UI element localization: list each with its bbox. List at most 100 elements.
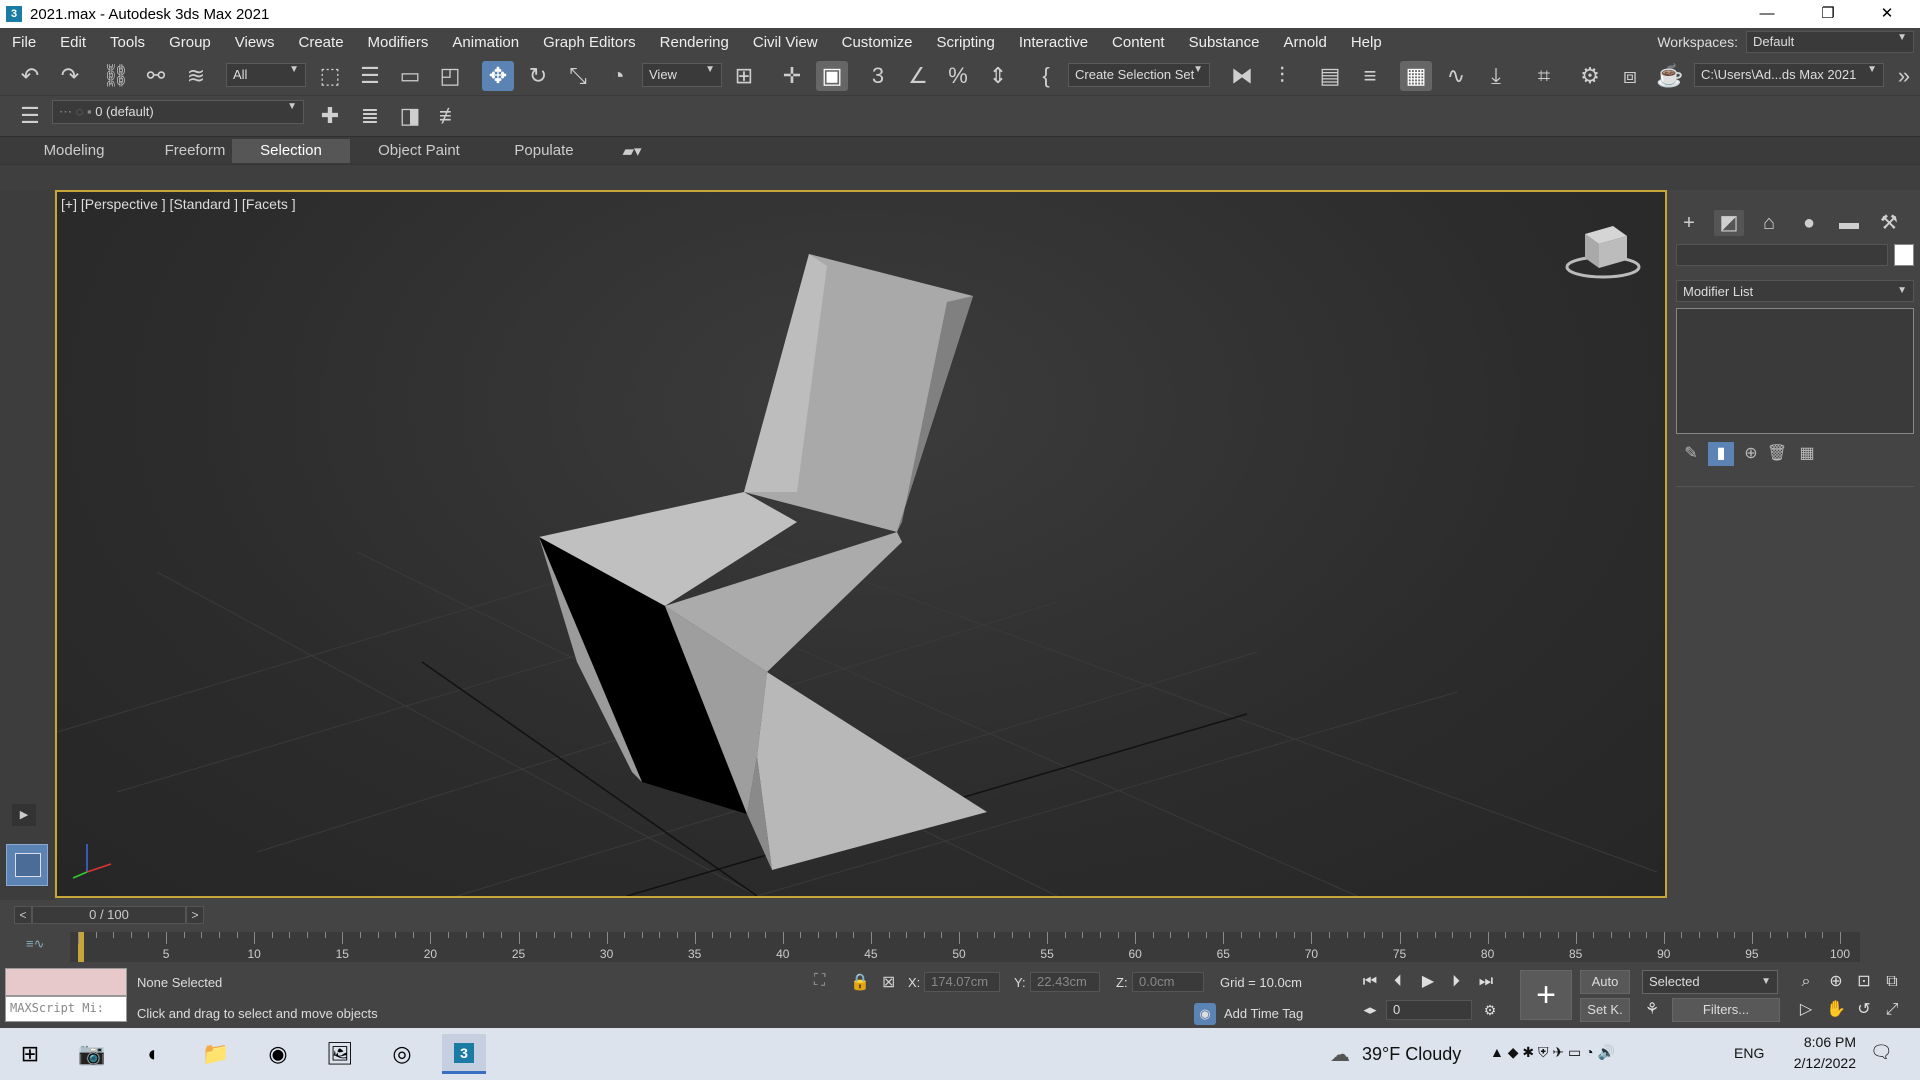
- set-key-button[interactable]: Set K.: [1580, 998, 1630, 1022]
- tab-populate[interactable]: Populate: [488, 139, 600, 163]
- camera-app-icon[interactable]: 📷: [70, 1034, 114, 1074]
- redo-icon[interactable]: ↷: [54, 61, 86, 91]
- menu-graph-editors[interactable]: Graph Editors: [531, 34, 648, 51]
- weather-cloud-icon[interactable]: ☁: [1330, 1042, 1350, 1067]
- toggle-ribbon-icon[interactable]: ▦: [1400, 61, 1432, 91]
- play-icon[interactable]: ▶: [1416, 970, 1440, 994]
- viewport-layout-icon[interactable]: [6, 844, 48, 886]
- zoom-icon[interactable]: ⌕: [1794, 970, 1818, 994]
- close-button[interactable]: ✕: [1864, 0, 1910, 28]
- object-name-field[interactable]: [1676, 244, 1888, 266]
- menu-edit[interactable]: Edit: [48, 34, 98, 51]
- layer-explorer-icon[interactable]: ≡: [1354, 61, 1386, 91]
- undo-icon[interactable]: ↶: [14, 61, 46, 91]
- key-filters-icon[interactable]: ⚘: [1640, 998, 1664, 1022]
- layers-icon[interactable]: ☰: [14, 101, 46, 131]
- rendered-frame-window-icon[interactable]: ⧈: [1614, 61, 1646, 91]
- play-arrow-icon[interactable]: ▶: [12, 804, 36, 826]
- windows-start-icon[interactable]: ⊞: [8, 1034, 52, 1074]
- select-and-rotate-icon[interactable]: ↻: [522, 61, 554, 91]
- zoom-extents-icon[interactable]: ⊡: [1852, 970, 1876, 994]
- menu-views[interactable]: Views: [223, 34, 287, 51]
- y-coordinate-field[interactable]: 22.43cm: [1030, 972, 1100, 992]
- project-folder-dropdown[interactable]: C:\Users\Ad...ds Max 2021 ▼: [1694, 63, 1884, 87]
- selection-lock-icon[interactable]: 🔒: [850, 972, 870, 992]
- select-in-layer-icon[interactable]: ◨: [394, 101, 426, 131]
- configure-modifier-sets-icon[interactable]: ▦: [1794, 442, 1820, 466]
- orbit-icon[interactable]: ↺: [1852, 998, 1876, 1022]
- create-tab-icon[interactable]: +: [1674, 210, 1704, 236]
- select-by-name-icon[interactable]: ☰: [354, 61, 386, 91]
- language-indicator[interactable]: ENG: [1734, 1045, 1764, 1061]
- weather-text[interactable]: 39°F Cloudy: [1362, 1044, 1461, 1065]
- unlink-icon[interactable]: ⚯: [140, 61, 172, 91]
- absolute-mode-icon[interactable]: ⊠: [882, 972, 895, 992]
- next-frame-button[interactable]: >: [186, 906, 204, 924]
- menu-create[interactable]: Create: [287, 34, 356, 51]
- schematic-view-icon[interactable]: ⌗: [1528, 61, 1560, 91]
- tab-object-paint[interactable]: Object Paint: [360, 139, 478, 163]
- menu-file[interactable]: File: [0, 34, 48, 51]
- 3ds-max-taskbar-icon[interactable]: 3: [442, 1034, 486, 1074]
- layer-dropdown[interactable]: ⋯ ◌ ▪ 0 (default) ▼: [52, 100, 304, 124]
- menu-tools[interactable]: Tools: [98, 34, 157, 51]
- scene-explorer-icon[interactable]: ▤: [1314, 61, 1346, 91]
- toolbar-overflow-icon[interactable]: »: [1888, 61, 1920, 91]
- rectangular-selection-icon[interactable]: ▭: [394, 61, 426, 91]
- chair-model[interactable]: [539, 254, 987, 870]
- remove-modifier-icon[interactable]: 🗑: [1764, 442, 1790, 466]
- menu-animation[interactable]: Animation: [440, 34, 531, 51]
- motion-tab-icon[interactable]: ●: [1794, 210, 1824, 236]
- key-mode-dropdown[interactable]: Selected ▼: [1642, 970, 1778, 994]
- time-slider-range-icon[interactable]: ◂▸: [1358, 998, 1382, 1022]
- x-coordinate-field[interactable]: 174.07cm: [924, 972, 1000, 992]
- field-of-view-icon[interactable]: ▷: [1794, 998, 1818, 1022]
- auto-key-button[interactable]: Auto: [1580, 970, 1630, 994]
- dope-sheet-icon[interactable]: ⤓: [1480, 61, 1512, 91]
- show-end-result-icon[interactable]: ▮: [1708, 442, 1734, 466]
- select-and-move-icon[interactable]: ✥: [482, 61, 514, 91]
- minimize-button[interactable]: —: [1744, 0, 1790, 28]
- selection-filter-dropdown[interactable]: All ▼: [226, 63, 306, 87]
- menu-modifiers[interactable]: Modifiers: [356, 34, 441, 51]
- chrome-browser-icon[interactable]: ◉: [256, 1034, 300, 1074]
- mini-curve-editor-icon[interactable]: ≡∿: [26, 936, 44, 952]
- clock-time[interactable]: 8:06 PM: [1786, 1034, 1856, 1050]
- make-unique-icon[interactable]: ⊕: [1738, 442, 1764, 466]
- create-new-layer-icon[interactable]: ✚: [314, 101, 346, 131]
- clock-date[interactable]: 2/12/2022: [1776, 1055, 1856, 1071]
- viewcube-icon[interactable]: [1565, 226, 1641, 279]
- render-production-icon[interactable]: ☕: [1654, 61, 1686, 91]
- z-coordinate-field[interactable]: 0.0cm: [1132, 972, 1204, 992]
- current-frame-field[interactable]: 0: [1386, 1000, 1472, 1020]
- time-slider[interactable]: 0 / 100: [32, 906, 186, 924]
- link-icon[interactable]: ⛓: [100, 61, 132, 91]
- maximize-viewport-icon[interactable]: ⤢: [1880, 998, 1904, 1022]
- menu-content[interactable]: Content: [1100, 34, 1177, 51]
- media-app-icon[interactable]: ◎: [380, 1034, 424, 1074]
- track-bar-ruler[interactable]: 5 10 15 20 25 30 35 40 45 50 55 60 65 70 75 80 85 90 95 100: [70, 932, 1860, 962]
- reference-coordinate-dropdown[interactable]: View ▼: [642, 63, 722, 87]
- set-current-layer-icon[interactable]: ≢: [434, 101, 466, 131]
- pan-icon[interactable]: ✋: [1824, 998, 1848, 1022]
- edge-browser-icon[interactable]: ◐: [132, 1034, 176, 1074]
- percent-snap-icon[interactable]: %: [942, 61, 974, 91]
- tab-selection[interactable]: Selection: [232, 139, 350, 163]
- perspective-viewport[interactable]: [+] [Perspective ] [Standard ] [Facets ]: [55, 190, 1667, 898]
- select-manipulate-icon[interactable]: ✛: [776, 61, 808, 91]
- display-tab-icon[interactable]: ▬: [1834, 210, 1864, 236]
- photos-app-icon[interactable]: 🖼: [318, 1034, 362, 1074]
- menu-interactive[interactable]: Interactive: [1007, 34, 1100, 51]
- ribbon-options-icon[interactable]: ▰▾: [612, 139, 652, 163]
- menu-customize[interactable]: Customize: [830, 34, 925, 51]
- add-time-tag-button[interactable]: Add Time Tag: [1224, 1006, 1303, 1021]
- utilities-tab-icon[interactable]: ⚒: [1874, 210, 1904, 236]
- maximize-button[interactable]: ❐: [1805, 0, 1851, 28]
- go-to-end-icon[interactable]: ⏭: [1474, 970, 1498, 994]
- maxscript-listener-output[interactable]: [5, 968, 127, 996]
- filters-button[interactable]: Filters...: [1672, 998, 1780, 1022]
- go-to-start-icon[interactable]: ⏮: [1358, 970, 1382, 994]
- pin-stack-icon[interactable]: ✎: [1678, 442, 1704, 466]
- bind-space-warp-icon[interactable]: ≋: [180, 61, 212, 91]
- menu-civil-view[interactable]: Civil View: [741, 34, 830, 51]
